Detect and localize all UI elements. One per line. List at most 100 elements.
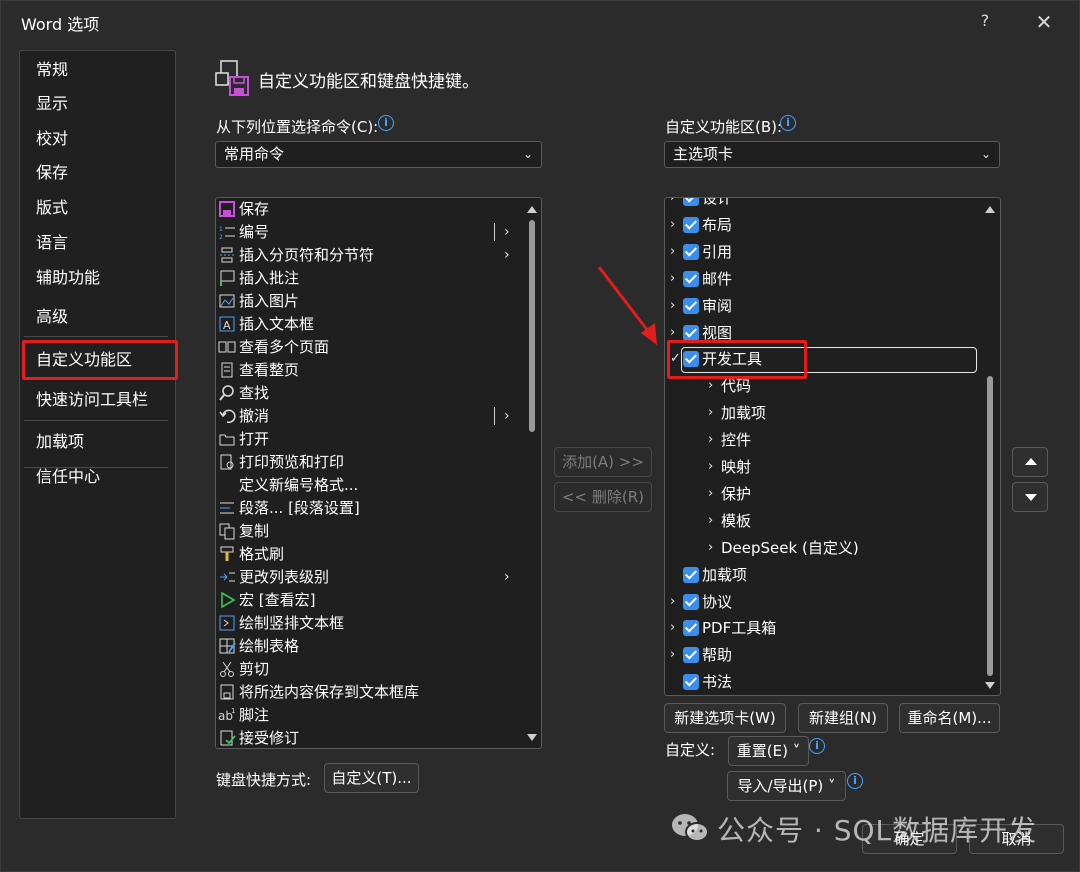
ribbon-tree-item[interactable]: › 模板: [665, 508, 980, 534]
list-item[interactable]: 将所选内容保存到文本框库: [216, 681, 521, 704]
info-icon[interactable]: i: [847, 773, 863, 789]
nav-item[interactable]: 高级: [36, 304, 68, 330]
ribbon-tree-item[interactable]: › 协议: [665, 589, 980, 615]
checkbox[interactable]: [683, 297, 699, 314]
scroll-down-icon[interactable]: [985, 682, 995, 689]
help-button[interactable]: ?: [973, 9, 997, 33]
list-item[interactable]: 查看多个页面: [216, 336, 521, 359]
nav-item[interactable]: 校对: [36, 126, 68, 152]
rename-button[interactable]: 重命名(M)...: [899, 703, 1000, 733]
list-item[interactable]: 定义新编号格式...: [216, 474, 521, 497]
chevron-right-icon[interactable]: ›: [670, 642, 680, 668]
scroll-up-icon[interactable]: [985, 206, 995, 213]
chevron-right-icon[interactable]: ›: [708, 481, 718, 507]
list-item[interactable]: 撤消 ›: [216, 405, 521, 428]
list-item[interactable]: 复制: [216, 520, 521, 543]
chevron-right-icon[interactable]: ›: [670, 293, 680, 319]
list-item[interactable]: 绘制竖排文本框: [216, 612, 521, 635]
info-icon[interactable]: i: [809, 738, 825, 754]
list-item[interactable]: 插入图片: [216, 290, 521, 313]
ribbon-tree-item[interactable]: 书法: [665, 669, 980, 695]
list-item[interactable]: 插入批注: [216, 267, 521, 290]
chevron-right-icon[interactable]: ›: [708, 400, 718, 426]
customize-keyboard-button[interactable]: 自定义(T)...: [324, 763, 419, 793]
chevron-right-icon[interactable]: ›: [670, 239, 680, 265]
scroll-thumb[interactable]: [987, 376, 993, 676]
checkbox[interactable]: [683, 593, 699, 610]
list-item[interactable]: 1 2 编号 ›: [216, 221, 521, 244]
list-item[interactable]: A 插入文本框: [216, 313, 521, 336]
ribbon-tabs-select[interactable]: 主选项卡 ⌄: [664, 141, 1000, 168]
move-down-button[interactable]: [1012, 482, 1048, 512]
ribbon-tree-item[interactable]: › 审阅: [665, 293, 980, 319]
info-icon[interactable]: i: [378, 115, 394, 131]
chevron-right-icon[interactable]: ›: [670, 198, 680, 211]
commands-list[interactable]: 保存 1 2 编号 › 插入分页符和分节符 › 插入批注 插入图片 A 插入文本框 查看多个页面 查看整…: [215, 197, 542, 749]
list-item[interactable]: 打开: [216, 428, 521, 451]
add-button[interactable]: 添加(A) >>: [554, 447, 652, 477]
ribbon-tree-item[interactable]: › 邮件: [665, 266, 980, 292]
nav-item[interactable]: 版式: [36, 195, 68, 221]
list-item[interactable]: 剪切: [216, 658, 521, 681]
remove-button[interactable]: << 删除(R): [554, 482, 652, 512]
checkbox[interactable]: [683, 566, 699, 583]
ribbon-scrollbar[interactable]: [983, 198, 997, 695]
ribbon-tree-item[interactable]: › 保护: [665, 481, 980, 507]
nav-item[interactable]: 语言: [36, 230, 68, 256]
ribbon-tree-item[interactable]: › 控件: [665, 427, 980, 453]
nav-item[interactable]: 常规: [36, 57, 68, 83]
ribbon-tree-item[interactable]: › 设计: [665, 198, 980, 211]
ribbon-tree[interactable]: ›百度网盘书法›帮助›PDF工具箱›协议加载项›DeepSeek (自定义)›模…: [664, 197, 1001, 696]
checkbox[interactable]: [683, 620, 699, 637]
checkbox[interactable]: [683, 216, 699, 233]
chevron-right-icon[interactable]: ›: [708, 454, 718, 480]
checkbox[interactable]: [683, 243, 699, 260]
list-item[interactable]: 绘制表格: [216, 635, 521, 658]
list-item[interactable]: 接受修订: [216, 727, 521, 748]
chevron-right-icon[interactable]: ›: [670, 589, 680, 615]
commands-scrollbar[interactable]: [525, 198, 539, 748]
list-item[interactable]: ab 1 脚注: [216, 704, 521, 727]
choose-commands-select[interactable]: 常用命令 ⌄: [215, 141, 542, 168]
list-item[interactable]: 段落... [段落设置]: [216, 497, 521, 520]
list-item[interactable]: 保存: [216, 198, 521, 221]
list-item[interactable]: 打印预览和打印: [216, 451, 521, 474]
checkbox[interactable]: [683, 198, 699, 206]
scroll-down-icon[interactable]: [527, 734, 537, 741]
ribbon-tree-item[interactable]: › DeepSeek (自定义): [665, 535, 980, 561]
close-button[interactable]: ✕: [1031, 9, 1057, 35]
chevron-right-icon[interactable]: ›: [708, 427, 718, 453]
checkbox[interactable]: [683, 674, 699, 691]
ribbon-tree-item[interactable]: › PDF工具箱: [665, 615, 980, 641]
checkbox[interactable]: [683, 324, 699, 341]
chevron-right-icon[interactable]: ›: [708, 508, 718, 534]
ribbon-tree-item[interactable]: › 加载项: [665, 400, 980, 426]
ribbon-tree-item[interactable]: › 帮助: [665, 642, 980, 668]
nav-item[interactable]: 显示: [36, 91, 68, 117]
reset-button[interactable]: 重置(E) ˅: [728, 736, 809, 766]
list-item[interactable]: 宏 [查看宏]: [216, 589, 521, 612]
list-item[interactable]: 查找: [216, 382, 521, 405]
ribbon-tree-item[interactable]: › 引用: [665, 239, 980, 265]
list-item[interactable]: 更改列表级别 ›: [216, 566, 521, 589]
chevron-right-icon[interactable]: ›: [708, 535, 718, 561]
scroll-thumb[interactable]: [529, 220, 535, 432]
list-item[interactable]: 查看整页: [216, 359, 521, 382]
ribbon-tree-item[interactable]: › 映射: [665, 454, 980, 480]
list-item[interactable]: 格式刷: [216, 543, 521, 566]
ribbon-tree-item[interactable]: 加载项: [665, 562, 980, 588]
checkbox[interactable]: [683, 270, 699, 287]
nav-item[interactable]: 加载项: [36, 429, 84, 455]
chevron-right-icon[interactable]: ›: [670, 266, 680, 292]
info-icon[interactable]: i: [780, 115, 796, 131]
nav-item[interactable]: 辅助功能: [36, 265, 100, 291]
chevron-right-icon[interactable]: ›: [670, 212, 680, 238]
scroll-up-icon[interactable]: [527, 206, 537, 213]
checkbox[interactable]: [683, 647, 699, 664]
list-item[interactable]: 插入分页符和分节符 ›: [216, 244, 521, 267]
nav-item[interactable]: 快速访问工具栏: [36, 387, 148, 413]
import-export-button[interactable]: 导入/导出(P) ˅: [727, 771, 846, 801]
new-group-button[interactable]: 新建组(N): [798, 703, 888, 733]
move-up-button[interactable]: [1012, 447, 1048, 477]
chevron-right-icon[interactable]: ›: [670, 615, 680, 641]
